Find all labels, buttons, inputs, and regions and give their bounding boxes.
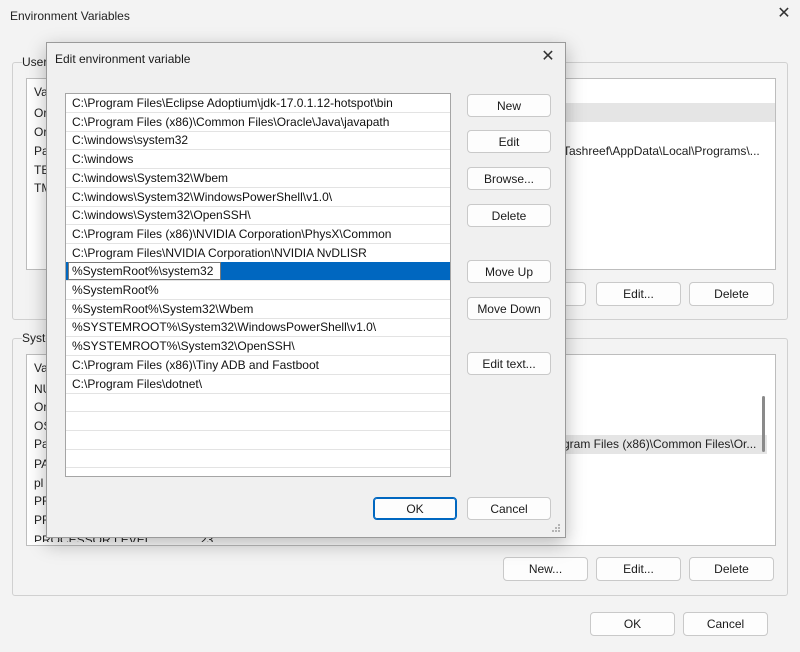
delete-button[interactable]: Delete	[467, 204, 551, 227]
close-icon[interactable]: ✕	[775, 5, 793, 23]
dialog-ok-button[interactable]: OK	[373, 497, 457, 520]
path-list-item[interactable]: %SYSTEMROOT%\System32\WindowsPowerShell\…	[66, 318, 450, 337]
ok-button[interactable]: OK	[590, 612, 675, 636]
system-path-value: gram Files (x86)\Common Files\Or...	[563, 437, 757, 451]
user-delete-button[interactable]: Delete	[689, 282, 774, 306]
edit-text-button[interactable]: Edit text...	[467, 352, 551, 375]
path-list[interactable]: C:\Program Files\Eclipse Adoptium\jdk-17…	[65, 93, 451, 477]
path-list-empty-row[interactable]	[66, 431, 450, 450]
path-list-item[interactable]: %SystemRoot%\system32	[66, 262, 450, 281]
path-list-empty-row[interactable]	[66, 393, 450, 412]
path-list-item[interactable]: C:\windows\system32	[66, 131, 450, 150]
path-list-item[interactable]: C:\windows\System32\WindowsPowerShell\v1…	[66, 188, 450, 207]
path-list-empty-row[interactable]	[66, 412, 450, 431]
path-list-item[interactable]: %SystemRoot%	[66, 281, 450, 300]
scrollbar-thumb[interactable]	[762, 396, 765, 452]
system-delete-button[interactable]: Delete	[689, 557, 774, 581]
selected-row-highlight	[547, 103, 775, 122]
path-list-item[interactable]: C:\windows	[66, 150, 450, 169]
system-new-button[interactable]: New...	[503, 557, 588, 581]
window-title: Environment Variables	[10, 9, 130, 23]
path-list-item[interactable]: C:\Program Files\NVIDIA Corporation\NVID…	[66, 244, 450, 263]
path-list-item[interactable]: C:\windows\System32\OpenSSH\	[66, 206, 450, 225]
browse-button[interactable]: Browse...	[467, 167, 551, 190]
path-list-item[interactable]: C:\Program Files\dotnet\	[66, 375, 450, 394]
path-list-item[interactable]: C:\Program Files (x86)\Tiny ADB and Fast…	[66, 356, 450, 375]
edit-button[interactable]: Edit	[467, 130, 551, 153]
close-icon[interactable]: ✕	[539, 48, 557, 66]
system-edit-button[interactable]: Edit...	[596, 557, 681, 581]
cancel-button[interactable]: Cancel	[683, 612, 768, 636]
system-row[interactable]: pl	[34, 476, 43, 490]
path-list-item[interactable]: %SystemRoot%\System32\Wbem	[66, 300, 450, 319]
user-path-value: Tashreef\AppData\Local\Programs\...	[563, 144, 760, 158]
path-list-item[interactable]: C:\Program Files\Eclipse Adoptium\jdk-17…	[66, 94, 450, 113]
user-edit-button[interactable]: Edit...	[596, 282, 681, 306]
dialog-title: Edit environment variable	[55, 52, 191, 66]
new-button[interactable]: New	[467, 94, 551, 117]
move-up-button[interactable]: Move Up	[467, 260, 551, 283]
resize-grip-icon[interactable]	[551, 523, 561, 533]
path-list-item[interactable]: %SYSTEMROOT%\System32\OpenSSH\	[66, 337, 450, 356]
path-edit-input[interactable]: %SystemRoot%\system32	[68, 262, 221, 280]
dialog-cancel-button[interactable]: Cancel	[467, 497, 551, 520]
path-list-item[interactable]: C:\Program Files (x86)\NVIDIA Corporatio…	[66, 225, 450, 244]
path-list-item[interactable]: C:\windows\System32\Wbem	[66, 169, 450, 188]
path-list-empty-row[interactable]	[66, 449, 450, 468]
move-down-button[interactable]: Move Down	[467, 297, 551, 320]
edit-environment-variable-dialog: Edit environment variable ✕ C:\Program F…	[46, 42, 566, 538]
path-list-item[interactable]: C:\Program Files (x86)\Common Files\Orac…	[66, 113, 450, 132]
